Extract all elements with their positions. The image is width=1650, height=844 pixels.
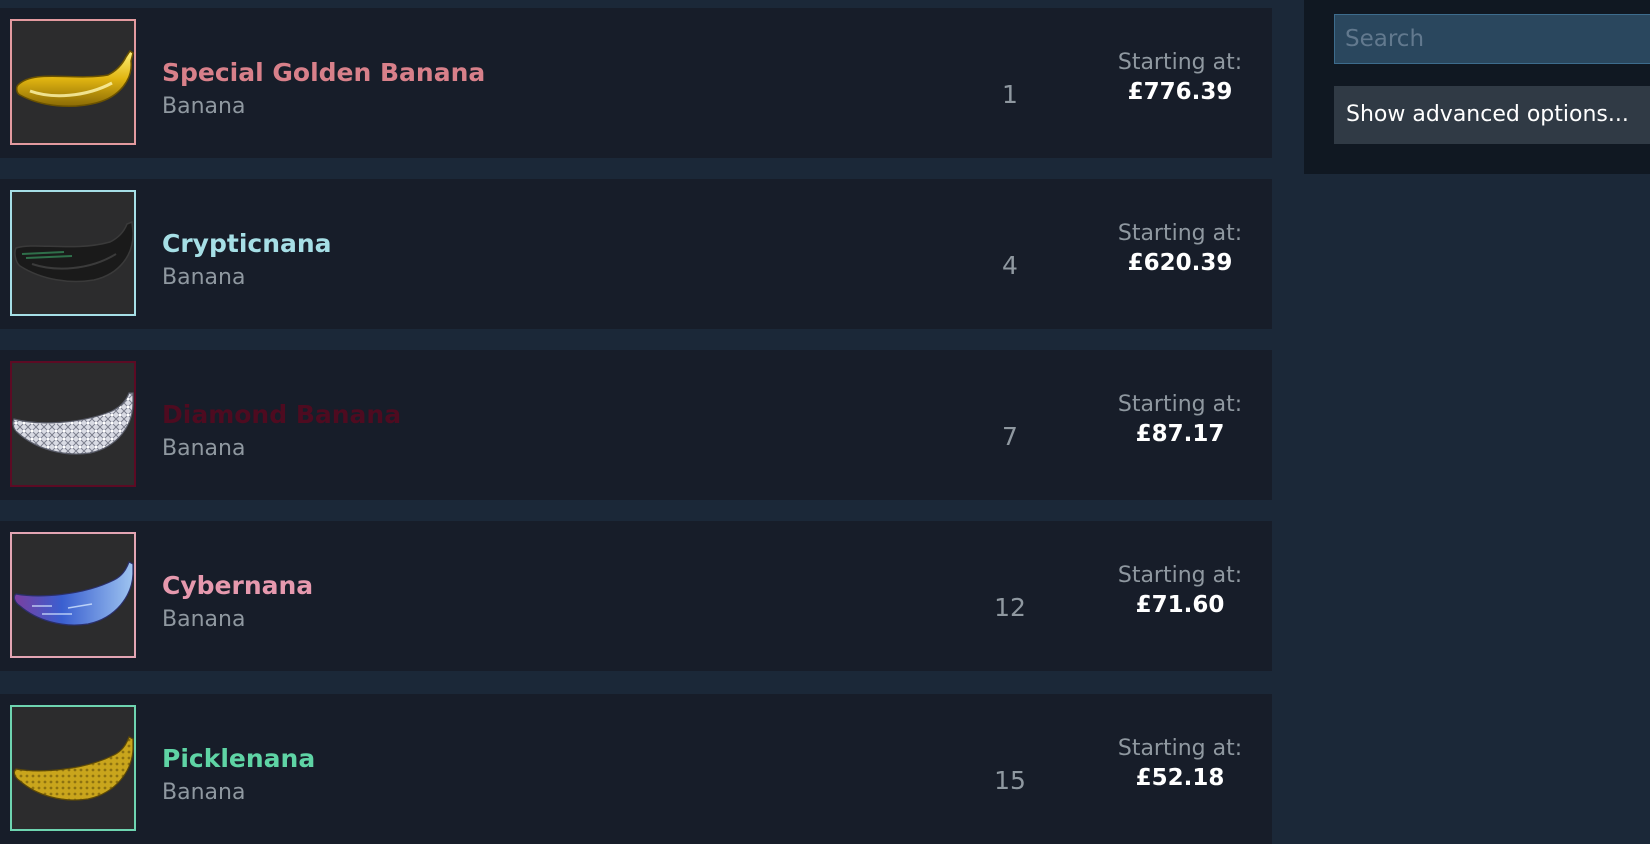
item-name[interactable]: Picklenana xyxy=(162,744,315,773)
golden-banana-icon xyxy=(15,49,134,108)
item-thumbnail[interactable] xyxy=(10,705,136,831)
item-quantity: 7 xyxy=(1002,422,1018,451)
price-value: £87.17 xyxy=(1135,421,1225,447)
diamond-banana-icon xyxy=(12,392,134,455)
listing-row[interactable]: Picklenana Banana 15 Starting at: £52.18 xyxy=(0,694,1272,844)
item-quantity: 4 xyxy=(1002,251,1018,280)
item-name[interactable]: Diamond Banana xyxy=(162,400,401,429)
item-quantity: 12 xyxy=(994,593,1026,622)
search-sidebar: Show advanced options... xyxy=(1304,0,1650,174)
price-block: Starting at: £87.17 xyxy=(1100,391,1260,449)
item-type: Banana xyxy=(162,607,246,632)
item-quantity: 1 xyxy=(1002,80,1018,109)
price-label: Starting at: xyxy=(1117,50,1243,75)
price-block: Starting at: £52.18 xyxy=(1100,735,1260,793)
item-name[interactable]: Crypticnana xyxy=(162,229,332,258)
search-input[interactable] xyxy=(1334,14,1650,64)
item-quantity: 15 xyxy=(994,766,1026,795)
item-type: Banana xyxy=(162,265,246,290)
black-banana-icon xyxy=(14,220,134,283)
price-block: Starting at: £71.60 xyxy=(1100,562,1260,620)
pickle-banana-icon xyxy=(13,736,134,801)
price-value: £52.18 xyxy=(1135,765,1225,791)
price-label: Starting at: xyxy=(1117,563,1243,588)
price-value: £776.39 xyxy=(1127,79,1233,105)
price-block: Starting at: £776.39 xyxy=(1100,49,1260,107)
item-thumbnail[interactable] xyxy=(10,532,136,658)
price-value: £620.39 xyxy=(1127,250,1233,276)
price-value: £71.60 xyxy=(1135,592,1225,618)
listing-row[interactable]: Special Golden Banana Banana 1 Starting … xyxy=(0,8,1272,158)
item-type: Banana xyxy=(162,94,246,119)
item-thumbnail[interactable] xyxy=(10,190,136,316)
price-label: Starting at: xyxy=(1117,392,1243,417)
item-type: Banana xyxy=(162,436,246,461)
show-advanced-options-button[interactable]: Show advanced options... xyxy=(1334,86,1650,144)
item-thumbnail[interactable] xyxy=(10,19,136,145)
price-label: Starting at: xyxy=(1117,221,1243,246)
price-label: Starting at: xyxy=(1117,736,1243,761)
listing-row[interactable]: Crypticnana Banana 4 Starting at: £620.3… xyxy=(0,179,1272,329)
item-thumbnail[interactable] xyxy=(10,361,136,487)
item-name[interactable]: Cybernana xyxy=(162,571,313,600)
cyber-banana-icon xyxy=(13,561,134,626)
item-name[interactable]: Special Golden Banana xyxy=(162,58,485,87)
listing-row[interactable]: Diamond Banana Banana 7 Starting at: £87… xyxy=(0,350,1272,500)
price-block: Starting at: £620.39 xyxy=(1100,220,1260,278)
listing-row[interactable]: Cybernana Banana 12 Starting at: £71.60 xyxy=(0,521,1272,671)
item-type: Banana xyxy=(162,780,246,805)
